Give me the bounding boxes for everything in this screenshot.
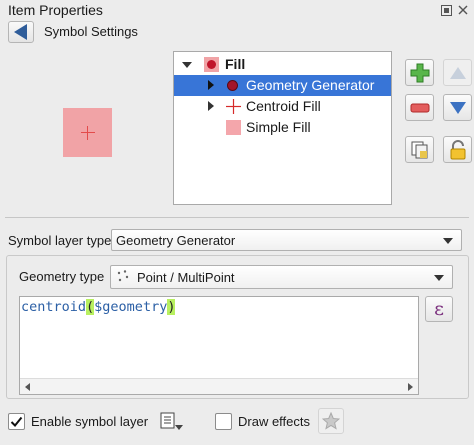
preview-cross-v [87,126,88,140]
point-multipoint-icon [117,270,129,287]
data-defined-menu-icon[interactable] [158,410,184,435]
geometry-generator-icon [225,78,240,96]
lock-icon [450,139,465,159]
star-effects-icon [322,412,340,430]
move-up-icon [449,66,466,79]
scroll-left-icon[interactable] [25,383,30,391]
expression-text[interactable]: centroid($geometry) [21,299,176,315]
float-icon[interactable] [440,4,453,17]
fill-marker-icon [203,56,220,76]
expression-close-paren: ) [167,299,176,315]
symbol-layer-type-value: Geometry Generator [116,233,236,248]
geometry-type-combo[interactable]: Point / MultiPoint [110,265,453,289]
geometry-type-value: Point / MultiPoint [137,270,235,285]
symbol-preview [63,108,112,157]
effects-button[interactable] [318,408,344,434]
simple-fill-icon [225,119,242,139]
expand-arrow-icon[interactable] [208,80,214,90]
tree-item-fill[interactable]: Fill [174,54,391,75]
duplicate-layer-button[interactable] [405,136,434,163]
tree-label-simple-fill: Simple Fill [246,119,311,135]
horizontal-scrollbar[interactable] [20,378,418,394]
expand-arrow-icon[interactable] [208,101,214,111]
panel-title: Item Properties [8,2,103,18]
symbol-layer-tree[interactable]: Fill Geometry Generator Centroid Fill Si… [173,51,392,205]
duplicate-layer-icon [411,141,427,158]
scroll-right-icon[interactable] [408,383,413,391]
panel-title-bar: Item Properties [0,0,474,20]
chevron-down-icon [434,275,444,281]
remove-layer-button[interactable] [405,94,434,121]
add-layer-button[interactable] [405,59,434,86]
draw-effects-checkbox[interactable] [215,413,232,430]
add-layer-icon [410,63,429,82]
symbol-layer-type-combo[interactable]: Geometry Generator [111,229,462,251]
preview-cross-h [81,132,95,133]
collapse-arrow-icon[interactable] [182,62,192,68]
tree-item-geometry-generator[interactable]: Geometry Generator [174,75,391,96]
move-down-icon [449,101,466,114]
tree-label-centroid-fill: Centroid Fill [246,98,321,114]
epsilon-icon: ε [434,298,444,320]
remove-layer-icon [410,103,429,112]
expression-function: centroid [21,299,87,315]
chevron-down-icon [443,238,453,244]
back-button[interactable] [8,21,34,43]
section-separator [5,217,469,218]
close-icon[interactable] [456,3,469,16]
expression-editor[interactable]: centroid($geometry) [19,296,419,395]
expression-argument: $geometry [94,299,168,315]
expression-open-paren: ( [86,299,95,315]
move-down-button[interactable] [443,94,472,121]
expression-builder-button[interactable]: ε [425,296,453,322]
tree-label-fill: Fill [225,56,246,72]
symbol-layer-type-label: Symbol layer type [8,233,112,248]
tree-item-simple-fill[interactable]: Simple Fill [174,117,391,138]
lock-button[interactable] [443,136,472,163]
section-title: Symbol Settings [44,24,138,39]
enable-symbol-layer-checkbox[interactable] [8,413,25,430]
centroid-fill-icon [225,98,242,118]
tree-item-centroid-fill[interactable]: Centroid Fill [174,96,391,117]
back-arrow-icon [13,24,27,40]
draw-effects-label: Draw effects [238,414,311,429]
geometry-type-label: Geometry type [19,269,105,284]
enable-symbol-layer-label: Enable symbol layer [31,414,149,429]
tree-label-geometry-generator: Geometry Generator [246,77,375,93]
move-up-button[interactable] [443,59,472,86]
checkmark-icon [10,416,23,427]
